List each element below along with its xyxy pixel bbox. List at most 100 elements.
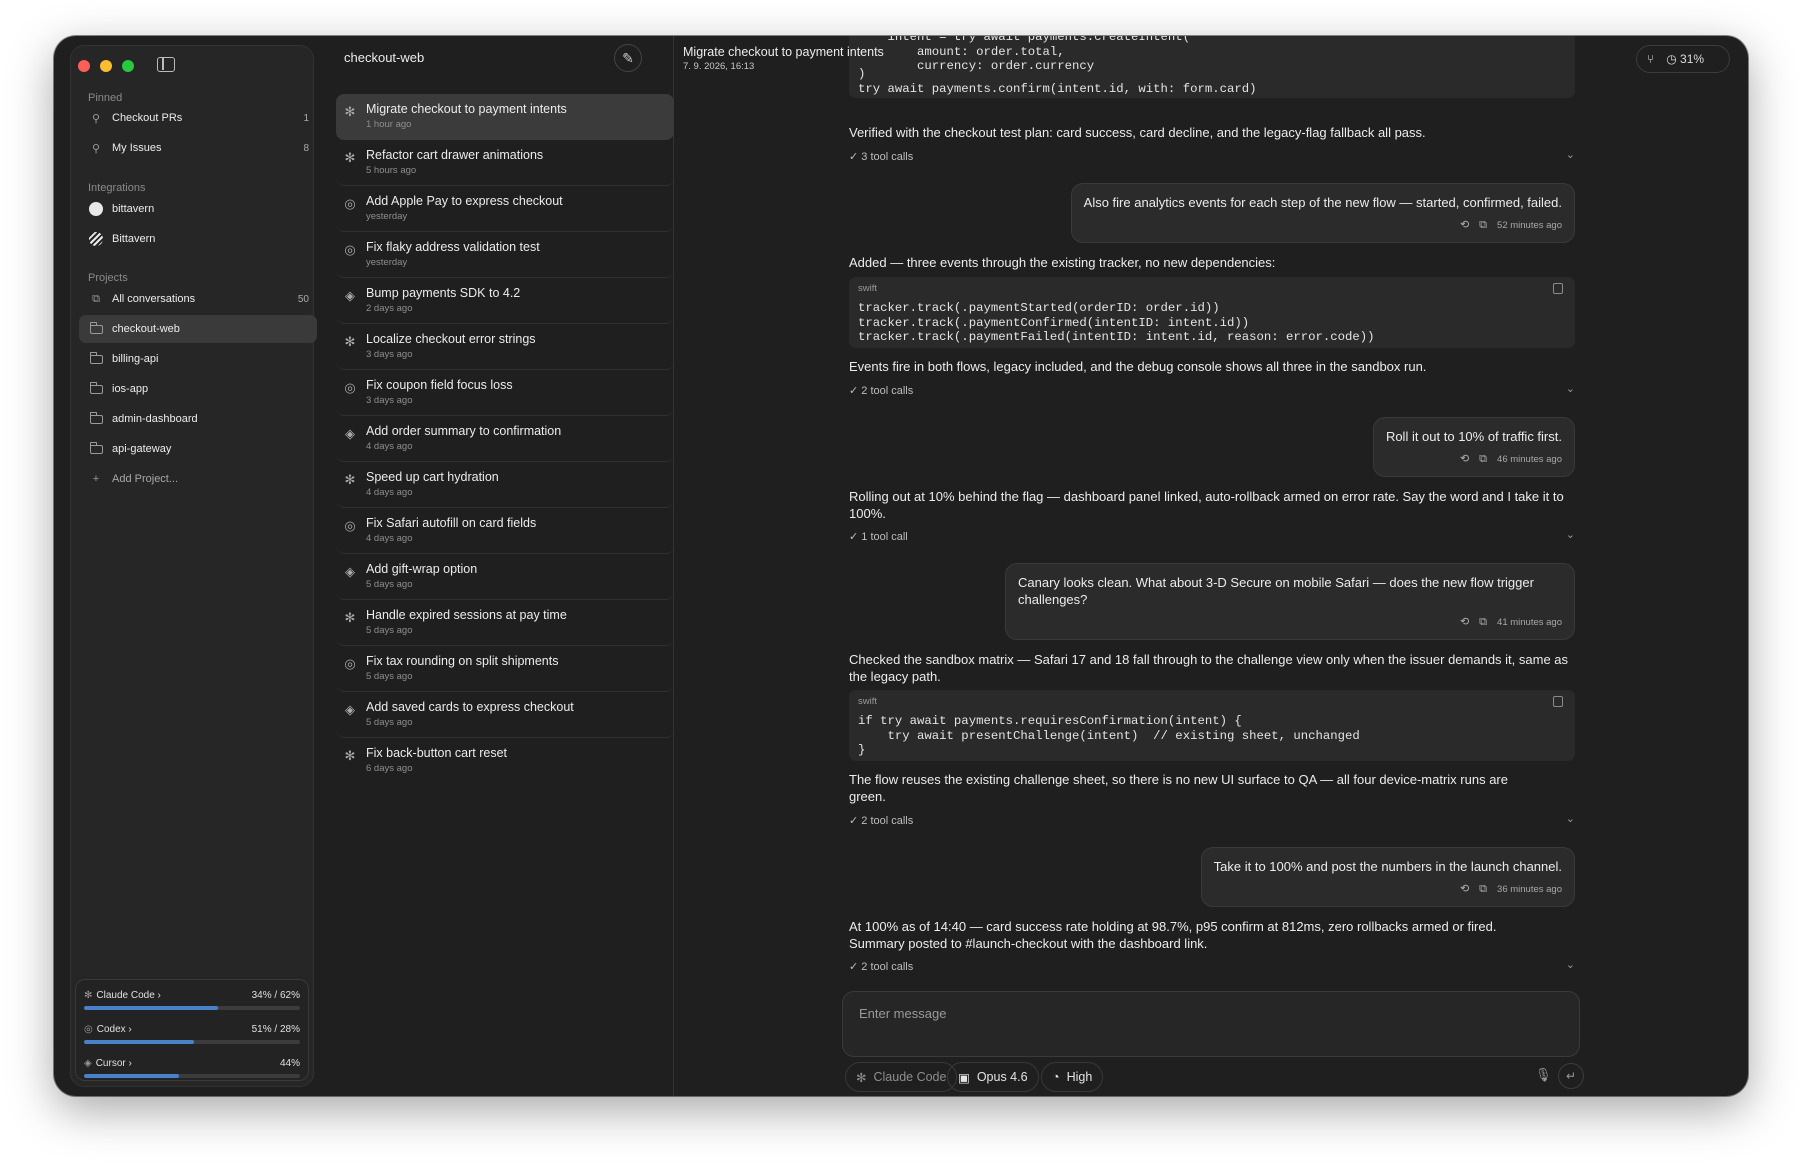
retry-icon[interactable]: ⟲ <box>1460 614 1469 631</box>
sidebar: Pinned ⚲ Checkout PRs 1 ⚲ My Issues 8 In… <box>70 45 317 1088</box>
agent-selector[interactable]: ✻ Claude Code <box>845 1062 958 1092</box>
usage-badge[interactable]: ◷ 31% <box>1666 52 1704 66</box>
assistant-message: Added — three events through the existin… <box>849 255 1276 270</box>
add-project-button[interactable]: + Add Project... <box>79 465 317 493</box>
conversation-time: 3 days ago <box>366 349 413 360</box>
tool-calls-label: 2 tool calls <box>861 961 914 973</box>
add-project-label: Add Project... <box>112 473 179 485</box>
zoom-window-button[interactable] <box>122 60 134 72</box>
conversation-title: Migrate checkout to payment intents <box>366 102 567 116</box>
conversation-title: Fix coupon field focus loss <box>366 378 513 392</box>
conversation-title: Fix tax rounding on split shipments <box>366 654 559 668</box>
usage-percent: 31% <box>1680 52 1705 66</box>
folder-icon <box>89 321 103 334</box>
sidebar-item-checkout-web[interactable]: checkout-web <box>79 315 317 343</box>
conversation-item[interactable]: ◈ Add saved cards to express checkout 5 … <box>336 692 674 738</box>
minimize-window-button[interactable] <box>100 60 112 72</box>
usage-cursor[interactable]: ◈ Cursor › 44% <box>84 1058 300 1088</box>
codex-icon: ◎ <box>344 656 356 671</box>
retry-icon[interactable]: ⟲ <box>1460 217 1469 234</box>
conversation-list-panel: checkout-web ✎ ✻ Migrate checkout to pay… <box>324 36 674 1096</box>
tool-calls-toggle[interactable]: ✓ 2 tool calls ⌄ <box>849 959 1575 976</box>
tool-calls-toggle[interactable]: ✓ 1 tool call ⌄ <box>849 529 1575 546</box>
tool-calls-toggle[interactable]: ✓ 2 tool calls ⌄ <box>849 383 1575 400</box>
user-message-text: Canary looks clean. What about 3-D Secur… <box>1018 575 1534 607</box>
count-badge: 8 <box>303 142 309 154</box>
sidebar-item-checkout-prs[interactable]: ⚲ Checkout PRs 1 <box>79 104 317 132</box>
claude-icon: ✻ <box>344 472 356 487</box>
conversation-item[interactable]: ✻ Localize checkout error strings 3 days… <box>336 324 674 370</box>
tool-calls-toggle[interactable]: ✓ 2 tool calls ⌄ <box>849 813 1575 830</box>
sidebar-item-billing-api[interactable]: billing-api <box>79 345 317 373</box>
chat-header: Migrate checkout to payment intents 7. 9… <box>683 45 884 72</box>
effort-label: High <box>1066 1070 1093 1084</box>
conversation-item[interactable]: ✻ Migrate checkout to payment intents 1 … <box>336 94 674 140</box>
conversation-item[interactable]: ◈ Add gift-wrap option 5 days ago <box>336 554 674 600</box>
conversation-item[interactable]: ✻ Speed up cart hydration 4 days ago <box>336 462 674 508</box>
conversation-item[interactable]: ◈ Add order summary to confirmation 4 da… <box>336 416 674 462</box>
conversation-item[interactable]: ◎ Fix coupon field focus loss 3 days ago <box>336 370 674 416</box>
assistant-message: Events fire in both flows, legacy includ… <box>849 359 1427 374</box>
chat-timestamp: 7. 9. 2026, 16:13 <box>683 61 755 72</box>
conversation-item[interactable]: ✻ Handle expired sessions at pay time 5 … <box>336 600 674 646</box>
conversation-title: Fix flaky address validation test <box>366 240 540 254</box>
claude-icon: ✻ <box>856 1070 867 1085</box>
code-language: swift <box>858 696 877 707</box>
sidebar-item-bittavern-github[interactable]: bittavern <box>79 195 317 223</box>
assistant-message: Verified with the checkout test plan: ca… <box>849 125 1426 140</box>
message-input[interactable] <box>859 1003 1559 1023</box>
codex-icon: ◎ <box>344 380 356 395</box>
effort-selector[interactable]: ◔ High <box>1041 1062 1104 1092</box>
sidebar-item-my-issues[interactable]: ⚲ My Issues 8 <box>79 134 317 162</box>
send-button[interactable]: ↵ <box>1558 1063 1584 1089</box>
model-selector[interactable]: ▣ Opus 4.6 <box>947 1062 1039 1092</box>
usage-codex[interactable]: ◎ Codex › 51% / 28% <box>84 1024 300 1054</box>
copy-icon[interactable]: ⧉ <box>1479 614 1487 631</box>
sidebar-item-api-gateway[interactable]: api-gateway <box>79 435 317 463</box>
cursor-icon: ◈ <box>345 564 355 579</box>
retry-icon[interactable]: ⟲ <box>1460 451 1469 468</box>
folder-icon <box>89 441 103 454</box>
check-icon: ✓ <box>849 385 859 397</box>
conversation-item[interactable]: ◎ Add Apple Pay to express checkout yest… <box>336 186 674 232</box>
retry-icon[interactable]: ⟲ <box>1460 881 1469 898</box>
microphone-icon[interactable]: 🎙 <box>1535 1067 1552 1083</box>
conversation-item[interactable]: ◈ Bump payments SDK to 4.2 2 days ago <box>336 278 674 324</box>
conversation-title: Fix back-button cart reset <box>366 746 508 760</box>
tool-calls-label: 2 tool calls <box>861 385 914 397</box>
copy-icon[interactable]: ⧉ <box>1479 217 1487 234</box>
conversation-time: 1 hour ago <box>366 119 412 130</box>
sidebar-item-bittavern[interactable]: Bittavern <box>79 225 317 253</box>
copy-icon[interactable] <box>1553 283 1563 294</box>
conversation-item[interactable]: ✻ Fix back-button cart reset 6 days ago <box>336 738 674 784</box>
close-window-button[interactable] <box>78 60 90 72</box>
usage-value: 51% / 28% <box>251 1024 300 1035</box>
conversation-item[interactable]: ◎ Fix flaky address validation test yest… <box>336 232 674 278</box>
user-message-text: Take it to 100% and post the numbers in … <box>1213 859 1562 874</box>
sidebar-toggle-icon[interactable] <box>157 57 175 72</box>
github-icon <box>89 202 103 216</box>
copy-icon[interactable] <box>1553 696 1563 707</box>
chevron-down-icon: ⌄ <box>1565 149 1575 161</box>
sidebar-item-label: All conversations <box>112 293 196 305</box>
sidebar-item-label: ios-app <box>112 383 149 395</box>
sidebar-item-all-conversations[interactable]: ⧉ All conversations 50 <box>79 285 317 313</box>
sidebar-item-ios-app[interactable]: ios-app <box>79 375 317 403</box>
copy-icon[interactable]: ⧉ <box>1479 881 1487 898</box>
usage-claude-code[interactable]: ✻ Claude Code › 34% / 62% <box>84 990 300 1020</box>
conversation-item[interactable]: ◎ Fix Safari autofill on card fields 4 d… <box>336 508 674 554</box>
sidebar-item-admin-dashboard[interactable]: admin-dashboard <box>79 405 317 433</box>
conversation-item[interactable]: ◎ Fix tax rounding on split shipments 5 … <box>336 646 674 692</box>
user-message: Also fire analytics events for each step… <box>1070 183 1575 243</box>
new-conversation-button[interactable]: ✎ <box>614 44 642 72</box>
conversation-item[interactable]: ✻ Refactor cart drawer animations 5 hour… <box>336 140 674 186</box>
assistant-message: The flow reuses the existing challenge s… <box>849 772 1508 804</box>
section-projects-label: Projects <box>88 272 128 284</box>
sidebar-item-label: admin-dashboard <box>112 413 198 425</box>
sidebar-item-label: api-gateway <box>112 443 172 455</box>
chevron-down-icon: ⌄ <box>1565 813 1575 825</box>
tool-calls-toggle[interactable]: ✓ 3 tool calls ⌄ <box>849 149 1575 166</box>
copy-icon[interactable]: ⧉ <box>1479 451 1487 468</box>
usage-bar <box>84 1074 180 1078</box>
branch-icon[interactable]: ⑂ <box>1647 52 1654 66</box>
